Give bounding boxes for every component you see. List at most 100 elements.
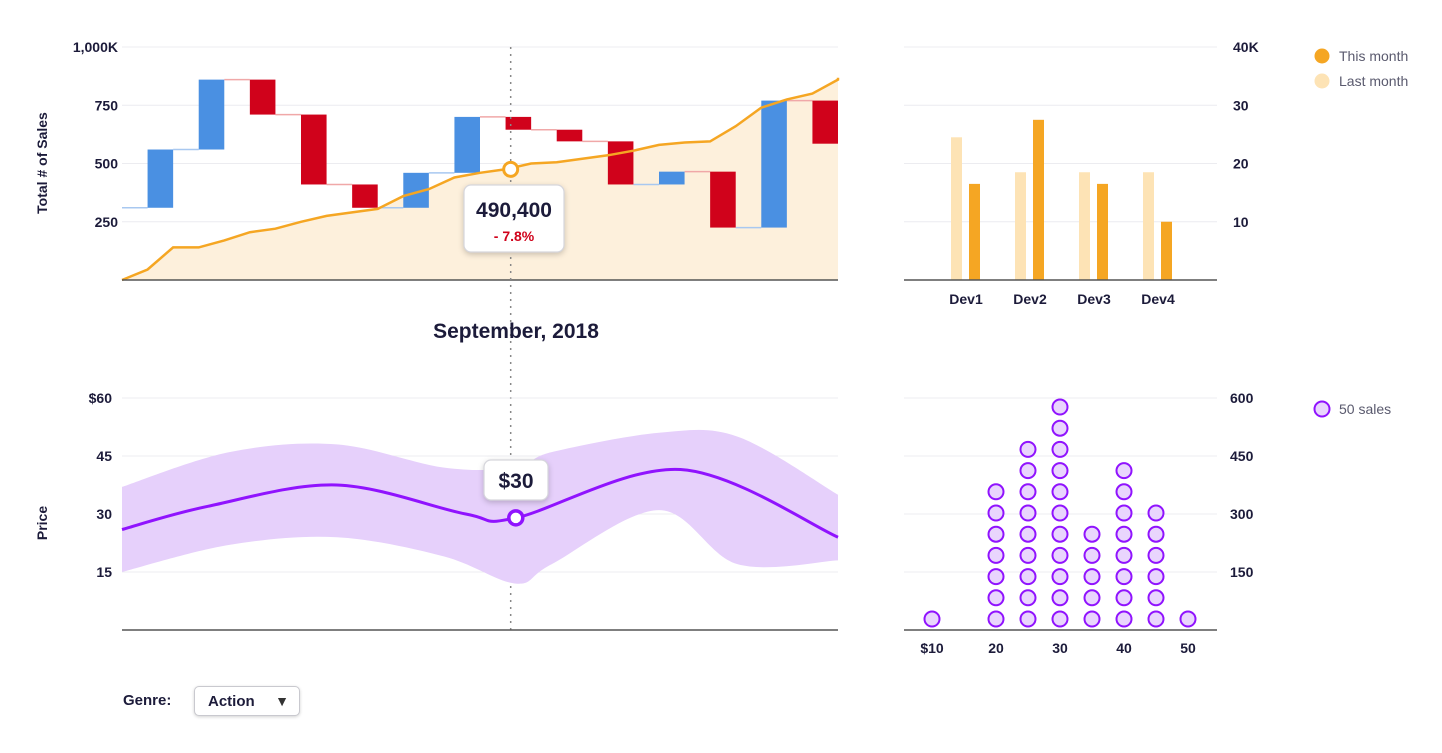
sales-dot [1019, 525, 1037, 543]
x-tick-label: Dev3 [1077, 291, 1111, 307]
waterfall-bar [710, 171, 736, 228]
sales-dot [1115, 525, 1133, 543]
waterfall-bar [505, 116, 532, 130]
genre-selected-value: Action [208, 693, 255, 710]
legend-label: This month [1339, 48, 1408, 64]
waterfall-bar [659, 171, 685, 185]
genre-dropdown[interactable]: Action ▼ [194, 686, 300, 716]
y-tick-label: 40K [1233, 39, 1259, 55]
sales-dot [1019, 440, 1037, 458]
sales-dot [1051, 525, 1069, 543]
sales-marker [502, 160, 520, 178]
sales-dot [1019, 568, 1037, 586]
sales-dot [1179, 610, 1197, 628]
date-label: September, 2018 [433, 320, 599, 343]
sales-dot-plot: 150 300 450 600 $10 20 30 40 50 [904, 390, 1254, 656]
sales-dot [1019, 504, 1037, 522]
sales-dot [1051, 610, 1069, 628]
legend-swatch [1313, 400, 1331, 418]
waterfall-bar [198, 79, 225, 150]
y-tick-label: $60 [89, 390, 113, 406]
bar [1097, 183, 1108, 280]
sales-dot [923, 610, 941, 628]
x-tick-label: 40 [1116, 640, 1132, 656]
sales-dot [1115, 589, 1133, 607]
sales-dot [1019, 483, 1037, 501]
dev-bar-chart: 10 20 30 40K Dev1 Dev2 Dev3 Dev4 [904, 39, 1259, 307]
bar [1015, 172, 1026, 280]
x-tick-label: Dev2 [1013, 291, 1047, 307]
waterfall-bar [761, 100, 787, 228]
y-tick-label: 30 [1233, 97, 1249, 113]
sales-dot [987, 546, 1005, 564]
dropdown-arrow-icon: ▼ [275, 693, 289, 709]
dashboard-charts: 250 500 750 1,000K Total # of Sales 10 20 30 40… [34, 39, 1408, 656]
sales-dot [1051, 589, 1069, 607]
sales-dot [1147, 589, 1165, 607]
legend-label: Last month [1339, 73, 1408, 89]
sales-dot [1147, 546, 1165, 564]
sales-dot [1051, 483, 1069, 501]
y-tick-label: 10 [1233, 214, 1249, 230]
bar [1143, 172, 1154, 280]
legend-swatch [1314, 48, 1330, 64]
y-tick-label: 45 [96, 448, 112, 464]
bar [969, 183, 980, 280]
x-tick-label: $10 [920, 640, 944, 656]
x-tick-label: 30 [1052, 640, 1068, 656]
sales-dot [1051, 398, 1069, 416]
waterfall-bar [249, 79, 276, 115]
sales-dot [1147, 504, 1165, 522]
sales-dot [987, 483, 1005, 501]
bar [1079, 172, 1090, 280]
y-tick-label: 150 [1230, 564, 1254, 580]
waterfall-bar [556, 129, 583, 142]
sales-dot [1147, 568, 1165, 586]
sales-dot [987, 504, 1005, 522]
legend-swatch [1314, 73, 1330, 89]
price-line-chart: 15 30 45 $60 Price [34, 390, 839, 631]
sales-dot [1051, 440, 1069, 458]
sales-dot [1115, 610, 1133, 628]
sales-dot [1083, 525, 1101, 543]
x-tick-label: 20 [988, 640, 1004, 656]
sales-dot [987, 610, 1005, 628]
waterfall-bar [454, 116, 480, 173]
x-tick-label: Dev1 [949, 291, 983, 307]
y-tick-label: 500 [95, 156, 119, 172]
sales-dot [987, 568, 1005, 586]
waterfall-bar [607, 141, 634, 185]
bar [951, 137, 962, 280]
sales-dot [1019, 462, 1037, 480]
sales-dot [987, 525, 1005, 543]
y-tick-label: 30 [96, 506, 112, 522]
waterfall-bar [352, 184, 378, 208]
price-marker [507, 509, 525, 527]
sales-dot [1147, 525, 1165, 543]
waterfall-bar [812, 100, 838, 144]
sales-dot [1083, 610, 1101, 628]
y-axis-title: Total # of Sales [34, 112, 50, 214]
sales-dot [1051, 568, 1069, 586]
sales-dot [1147, 610, 1165, 628]
legends: This month Last month 50 sales [1313, 48, 1408, 418]
sales-dot [1051, 504, 1069, 522]
sales-dot [1115, 483, 1133, 501]
legend-label: 50 sales [1339, 401, 1391, 417]
sales-dot [987, 589, 1005, 607]
waterfall-bar [301, 114, 327, 185]
y-tick-label: 750 [95, 97, 119, 113]
sales-dot [1115, 568, 1133, 586]
sales-dot [1019, 589, 1037, 607]
sales-dot [1115, 546, 1133, 564]
sales-dot [1083, 568, 1101, 586]
bar [1033, 119, 1044, 280]
waterfall-bar [147, 149, 174, 208]
sales-tooltip-value: 490,400 [476, 199, 552, 222]
y-tick-label: 450 [1230, 448, 1254, 464]
sales-tooltip-change: - 7.8% [494, 228, 535, 244]
genre-label: Genre: [123, 692, 172, 709]
price-confidence-band [122, 429, 838, 584]
price-tooltip-value: $30 [498, 470, 533, 493]
sales-dot [1115, 462, 1133, 480]
